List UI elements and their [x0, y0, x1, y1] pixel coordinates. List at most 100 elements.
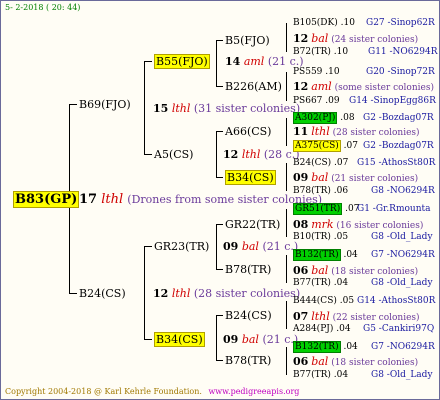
gen3-info-3: 11 lthl (28 sister colonies) — [293, 126, 420, 138]
gen3-queen-6[interactable]: B78(TR) — [225, 264, 271, 275]
connector — [216, 224, 217, 270]
queen-name: B77(TR) — [293, 278, 331, 288]
gen3-info-2: 12 aml (some sister colonies) — [293, 81, 434, 93]
year: 12 — [223, 148, 239, 161]
year: .07 — [334, 158, 349, 168]
gen1-queen-1[interactable]: B69(FJO) — [79, 99, 131, 110]
gen3-queen-2[interactable]: B226(AM) — [225, 81, 282, 92]
gen2-queen-2[interactable]: A5(CS) — [154, 149, 193, 160]
year: .08 — [340, 113, 355, 123]
gen3-queen-5[interactable]: GR22(TR) — [225, 219, 280, 230]
breeder: lthl — [171, 102, 191, 115]
gen1-info-1: 15 lthl (31 sister colonies) — [153, 103, 300, 114]
queen-name: B10(TR) — [293, 232, 331, 242]
root-queen-name: B83(GP) — [13, 191, 80, 208]
note: (21 sister colonies) — [331, 174, 419, 184]
year: .05 — [333, 232, 349, 242]
root-queen[interactable]: B83(GP) — [13, 191, 80, 208]
gen4-row-3[interactable]: PS559 .10 — [293, 68, 340, 77]
year: 11 — [293, 125, 309, 138]
queen-name: B55(FJO) — [154, 54, 210, 69]
note: (22 sister colonies) — [332, 313, 420, 323]
breeder: bal — [311, 32, 329, 45]
queen-name: A5(CS) — [154, 148, 194, 161]
gen3-queen-1[interactable]: B5(FJO) — [225, 35, 270, 46]
root-breeder: lthl — [101, 192, 124, 207]
year: .04 — [343, 342, 358, 352]
root-info: 17 lthl (Drones from some sister colonie… — [79, 193, 322, 206]
gen3-queen-8[interactable]: B78(TR) — [225, 355, 271, 366]
connector — [216, 131, 223, 132]
gen2-info-1: 14 aml (21 c.) — [225, 56, 304, 67]
gen2-queen-3[interactable]: GR23(TR) — [154, 241, 209, 252]
gen3-queen-3[interactable]: A66(CS) — [225, 126, 271, 137]
queen-name: B105(DK) — [293, 18, 338, 28]
gen2-info-3: 09 bal (21 c.) — [223, 241, 298, 252]
gen4-row-15[interactable]: B132(TR) .04 — [293, 341, 358, 353]
gen3-info-4: 09 bal (21 sister colonies) — [293, 172, 418, 184]
breeder: aml — [243, 55, 265, 68]
gen4-ref-11: G7 -NO6294R — [371, 250, 435, 260]
queen-name: B34(CS) — [154, 332, 205, 347]
gen4-row-8[interactable]: B78(TR) .06 — [293, 187, 348, 196]
queen-name: B24(CS) — [225, 309, 272, 322]
gen4-row-5[interactable]: A302(PJ) .08 — [293, 112, 355, 124]
connector — [144, 339, 152, 340]
queen-name: B78(TR) — [293, 186, 331, 196]
connector — [286, 118, 287, 146]
gen1-queen-2[interactable]: B24(CS) — [79, 288, 126, 299]
year: .04 — [343, 250, 358, 260]
gen4-row-12[interactable]: B77(TR) .04 — [293, 279, 348, 288]
queen-name: A66(CS) — [225, 125, 272, 138]
gen4-ref-5: G2 -Bozdag07R — [363, 113, 434, 123]
gen3-info-5: 08 mrk (16 sister colonies) — [293, 219, 423, 231]
queen-name: GR23(TR) — [154, 240, 210, 253]
gen2-queen-1[interactable]: B55(FJO) — [154, 54, 210, 69]
breeder: bal — [241, 240, 259, 253]
gen4-row-4[interactable]: PS667 .09 — [293, 97, 340, 106]
gen2-info-4: 09 bal (21 c.) — [223, 334, 298, 345]
gen4-row-2[interactable]: B72(TR) .10 — [293, 48, 348, 57]
connector — [69, 293, 77, 294]
breeder: lthl — [241, 148, 261, 161]
connector — [216, 131, 217, 178]
year: .10 — [333, 47, 349, 57]
gen4-row-14[interactable]: A284(PJ) .04 — [293, 325, 351, 334]
gen4-row-9[interactable]: GR51(TR) .07 — [293, 203, 359, 215]
year: 06 — [293, 264, 309, 277]
queen-name: B78(TR) — [225, 354, 272, 367]
date-stamp: 5- 2-2018 ( 20: 44) — [5, 3, 81, 12]
connector — [286, 72, 287, 101]
gen4-row-7[interactable]: B24(CS) .07 — [293, 159, 348, 168]
gen4-row-13[interactable]: B444(CS) .05 — [293, 297, 354, 306]
connector — [216, 315, 223, 316]
gen3-queen-4[interactable]: B34(CS) — [225, 170, 276, 185]
queen-name: A375(CS) — [293, 140, 341, 152]
note: (28 sister colonies) — [193, 287, 301, 300]
gen1-info-2: 12 lthl (28 sister colonies) — [153, 288, 300, 299]
gen4-row-6[interactable]: A375(CS) .07 — [293, 140, 358, 152]
gen2-queen-4[interactable]: B34(CS) — [154, 332, 205, 347]
year: .04 — [336, 324, 351, 334]
website-link[interactable]: www.pedigreeapis.org — [208, 387, 299, 396]
queen-name: B226(AM) — [225, 80, 282, 93]
gen4-ref-2: G11 -NO6294R — [368, 47, 438, 57]
connector — [216, 40, 223, 41]
breeder: mrk — [311, 218, 334, 231]
gen4-row-1[interactable]: B105(DK) .10 — [293, 19, 355, 28]
gen4-row-11[interactable]: B132(TR) .04 — [293, 249, 358, 261]
pedigree-chart: 5- 2-2018 ( 20: 44) Copyright 2004-2018 … — [0, 0, 440, 400]
connector — [286, 255, 287, 283]
connector — [286, 163, 287, 191]
gen4-row-10[interactable]: B10(TR) .05 — [293, 233, 348, 242]
gen4-ref-12: G8 -Old_Lady — [371, 278, 433, 288]
gen4-ref-1: G27 -Sinop62R — [366, 18, 435, 28]
breeder: bal — [241, 333, 259, 346]
connector — [144, 154, 152, 155]
connector — [216, 177, 223, 178]
gen4-ref-6: G2 -Bozdag07R — [363, 141, 434, 151]
gen4-row-16[interactable]: B77(TR) .04 — [293, 371, 348, 380]
gen3-info-7: 07 lthl (22 sister colonies) — [293, 311, 420, 323]
gen3-queen-7[interactable]: B24(CS) — [225, 310, 272, 321]
gen4-ref-4: G14 -SinopEgg86R — [349, 96, 436, 106]
